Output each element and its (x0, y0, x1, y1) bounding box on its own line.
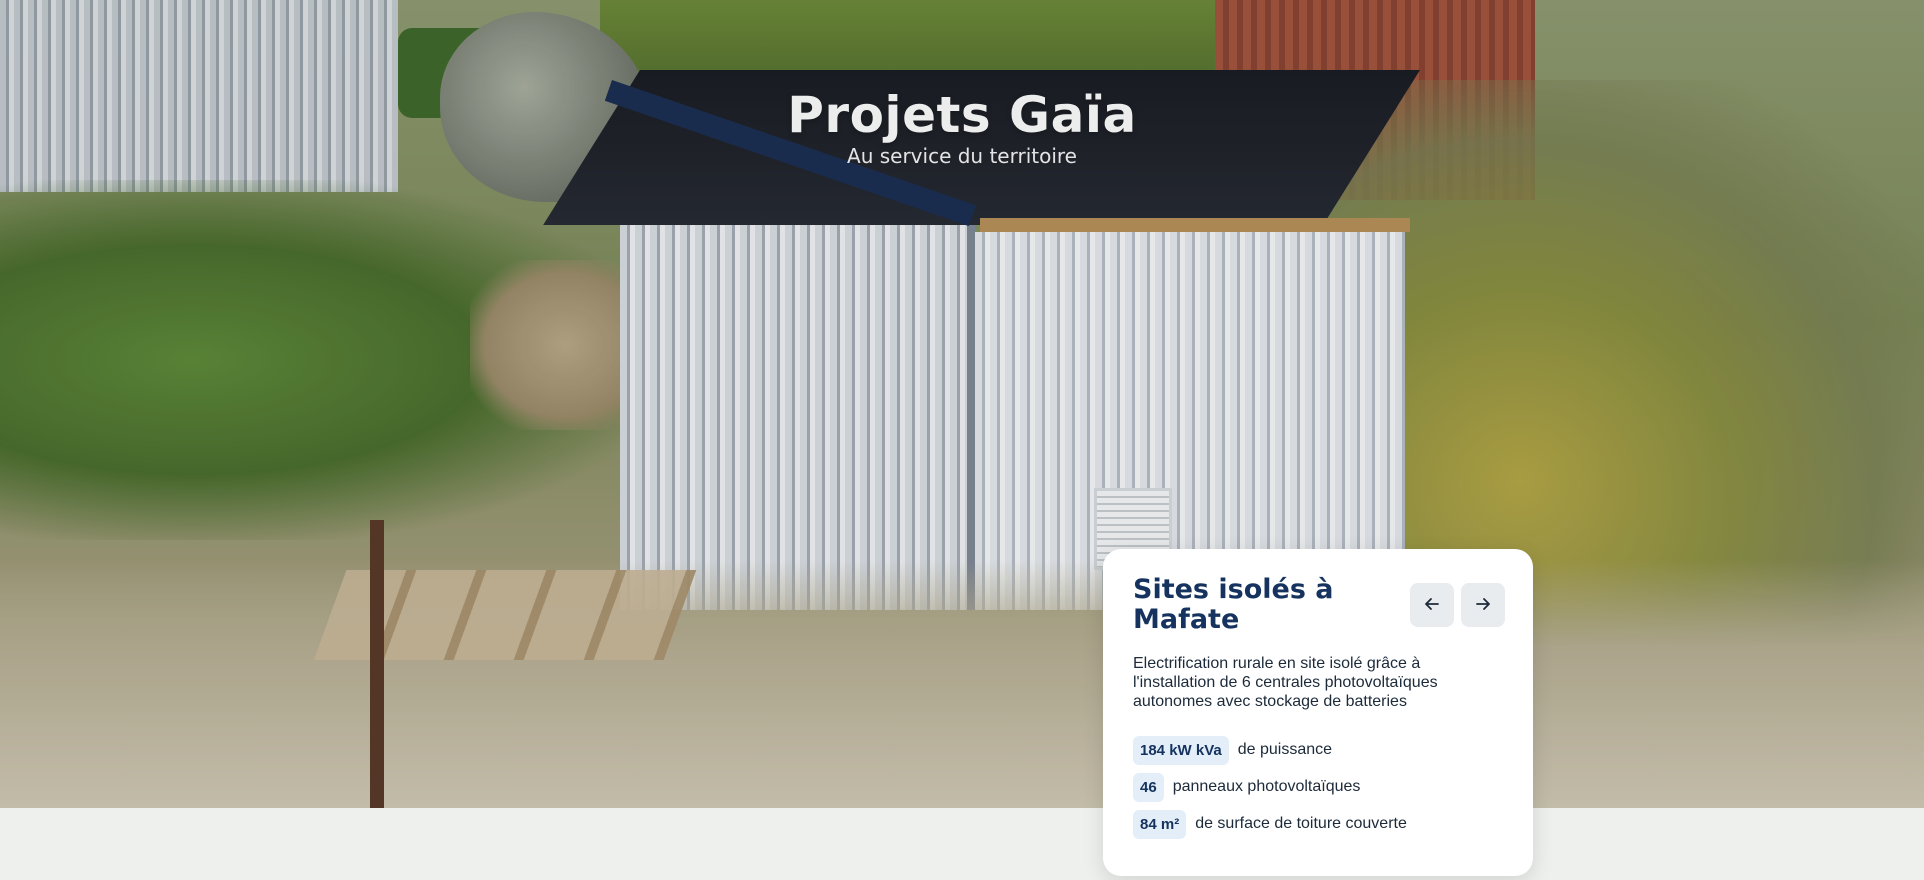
stat-label: de surface de toiture couverte (1195, 815, 1407, 832)
next-project-button[interactable] (1461, 583, 1505, 627)
stat-row-panels: 46 panneaux photovoltaïques (1133, 772, 1513, 802)
arrow-right-icon (1474, 595, 1492, 616)
stat-badge: 84 m² (1133, 809, 1187, 839)
arrow-left-icon (1423, 595, 1441, 616)
stat-row-power: 184 kW kVa de puissance (1133, 735, 1513, 765)
project-description: Electrification rurale en site isolé grâ… (1133, 655, 1438, 710)
stat-row-surface: 84 m² de surface de toiture couverte (1133, 809, 1513, 839)
previous-project-button[interactable] (1410, 583, 1454, 627)
project-stats: 184 kW kVa de puissance 46 panneaux phot… (1133, 735, 1513, 846)
hero-title: Projets Gaïa (787, 86, 1137, 144)
hero-subtitle: Au service du territoire (847, 144, 1077, 168)
project-title: Sites isolés à Mafate (1133, 574, 1334, 635)
stat-label: panneaux photovoltaïques (1172, 778, 1361, 795)
stat-label: de puissance (1237, 741, 1333, 758)
stat-badge: 184 kW kVa (1133, 735, 1229, 765)
project-card: Sites isolés à Mafate Electrification ru… (1103, 549, 1533, 876)
hero-banner: Projets Gaïa Au service du territoire (0, 0, 1924, 808)
stat-badge: 46 (1133, 772, 1164, 802)
